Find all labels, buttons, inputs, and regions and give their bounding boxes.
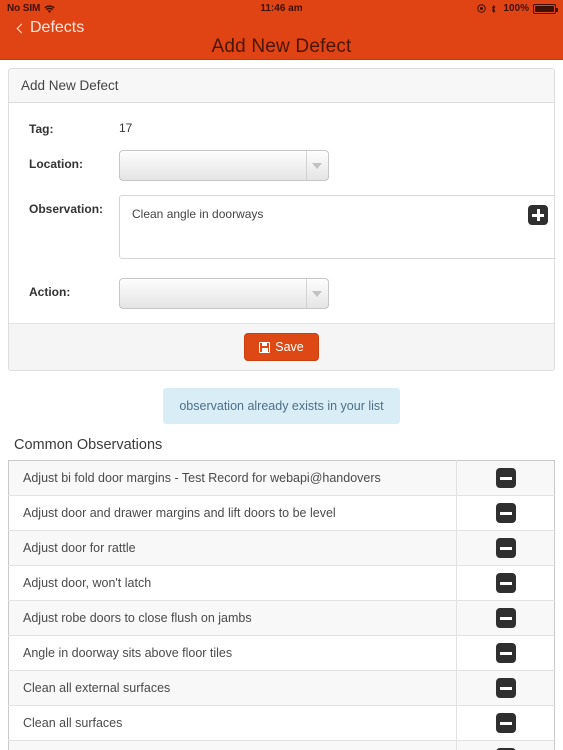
duplicate-observation-alert: observation already exists in your list — [163, 388, 400, 424]
bluetooth-icon — [490, 4, 499, 14]
location-label: Location: — [29, 157, 83, 171]
carrier-label: No SIM — [7, 3, 41, 14]
panel-body: Tag: 17 Location: Observation: Clean ang… — [9, 103, 554, 323]
table-row[interactable]: Adjust door for rattle — [8, 530, 555, 566]
alert-area: observation already exists in your list — [0, 371, 563, 424]
observation-text: Clean all surfaces — [23, 716, 123, 730]
tag-value: 17 — [119, 121, 133, 135]
table-row[interactable]: Angle in doorway sits above floor tiles — [8, 635, 555, 671]
location-services-icon — [477, 3, 487, 14]
location-select[interactable] — [119, 150, 329, 181]
wifi-icon — [44, 5, 56, 14]
observation-action-cell — [456, 740, 555, 750]
observation-text: Adjust door and drawer margins and lift … — [23, 506, 336, 520]
table-row[interactable]: Clean all external surfaces — [8, 670, 555, 706]
form-row-action: Action: — [19, 278, 544, 309]
observation-action-cell — [456, 670, 555, 706]
observation-text: Adjust robe doors to close flush on jamb… — [23, 611, 252, 625]
back-button[interactable]: Defects — [0, 17, 94, 37]
observation-text: Adjust door for rattle — [23, 541, 136, 555]
table-row[interactable]: Clean all surfaces and check for blemish… — [8, 740, 555, 750]
common-observations-table: Adjust bi fold door margins - Test Recor… — [8, 460, 555, 750]
page-title: Add New Defect — [211, 36, 352, 57]
back-button-label: Defects — [30, 19, 85, 36]
navigation-bar: Defects Add New Defect — [0, 17, 563, 60]
table-row[interactable]: Adjust robe doors to close flush on jamb… — [8, 600, 555, 636]
battery-percent-label: 100% — [503, 3, 529, 14]
floppy-disk-save-icon — [259, 341, 271, 353]
action-label: Action: — [29, 285, 71, 299]
table-row[interactable]: Adjust door, won't latch — [8, 565, 555, 601]
observation-action-cell — [456, 600, 555, 636]
table-row[interactable]: Adjust door and drawer margins and lift … — [8, 495, 555, 531]
table-row[interactable]: Adjust bi fold door margins - Test Recor… — [8, 460, 555, 496]
observation-action-cell — [456, 495, 555, 531]
observation-field-wrap — [119, 195, 554, 264]
minus-icon[interactable] — [495, 713, 516, 733]
minus-icon[interactable] — [495, 538, 516, 558]
tag-label: Tag: — [29, 122, 54, 136]
common-observations-tbody: Adjust bi fold door margins - Test Recor… — [8, 460, 555, 750]
plus-icon[interactable] — [528, 205, 548, 225]
save-button-label: Save — [275, 340, 304, 354]
observation-action-cell — [456, 635, 555, 671]
observation-text: Angle in doorway sits above floor tiles — [23, 646, 233, 660]
table-row[interactable]: Clean all surfaces — [8, 705, 555, 741]
minus-icon[interactable] — [495, 678, 516, 698]
form-row-tag: Tag: 17 — [19, 115, 544, 136]
chevron-down-icon — [312, 163, 322, 169]
observation-text: Clean all external surfaces — [23, 681, 171, 695]
minus-icon[interactable] — [495, 468, 516, 488]
form-row-observation: Observation: — [19, 195, 554, 264]
observation-input[interactable] — [119, 195, 554, 259]
observation-label: Observation: — [29, 202, 104, 216]
chevron-left-icon — [16, 23, 27, 33]
chevron-down-icon — [312, 291, 322, 297]
observation-action-cell — [456, 460, 555, 496]
page-content: Add New Defect Tag: 17 Location: Observa… — [0, 68, 563, 750]
battery-icon — [533, 3, 558, 14]
status-bar-right: 100% — [477, 3, 558, 14]
observation-action-cell — [456, 705, 555, 741]
panel-footer: Save — [9, 323, 554, 370]
observation-action-cell — [456, 565, 555, 601]
status-bar-left: No SIM — [7, 3, 56, 14]
common-observations-title: Common Observations — [14, 437, 163, 453]
observation-text: Adjust bi fold door margins - Test Recor… — [23, 471, 381, 485]
minus-icon[interactable] — [495, 503, 516, 523]
observation-action-cell — [456, 530, 555, 566]
ios-status-bar: No SIM 11:46 am 100% — [0, 0, 563, 17]
action-select[interactable] — [119, 278, 329, 309]
add-new-defect-panel: Add New Defect Tag: 17 Location: Observa… — [8, 68, 555, 371]
minus-icon[interactable] — [495, 643, 516, 663]
minus-icon[interactable] — [495, 573, 516, 593]
panel-heading: Add New Defect — [9, 69, 554, 103]
observation-text: Clean all surfaces and check for blemish… — [9, 741, 457, 750]
observation-text: Adjust door, won't latch — [23, 576, 152, 590]
form-row-location: Location: — [19, 150, 544, 181]
minus-icon[interactable] — [495, 608, 516, 628]
save-button[interactable]: Save — [244, 333, 319, 361]
